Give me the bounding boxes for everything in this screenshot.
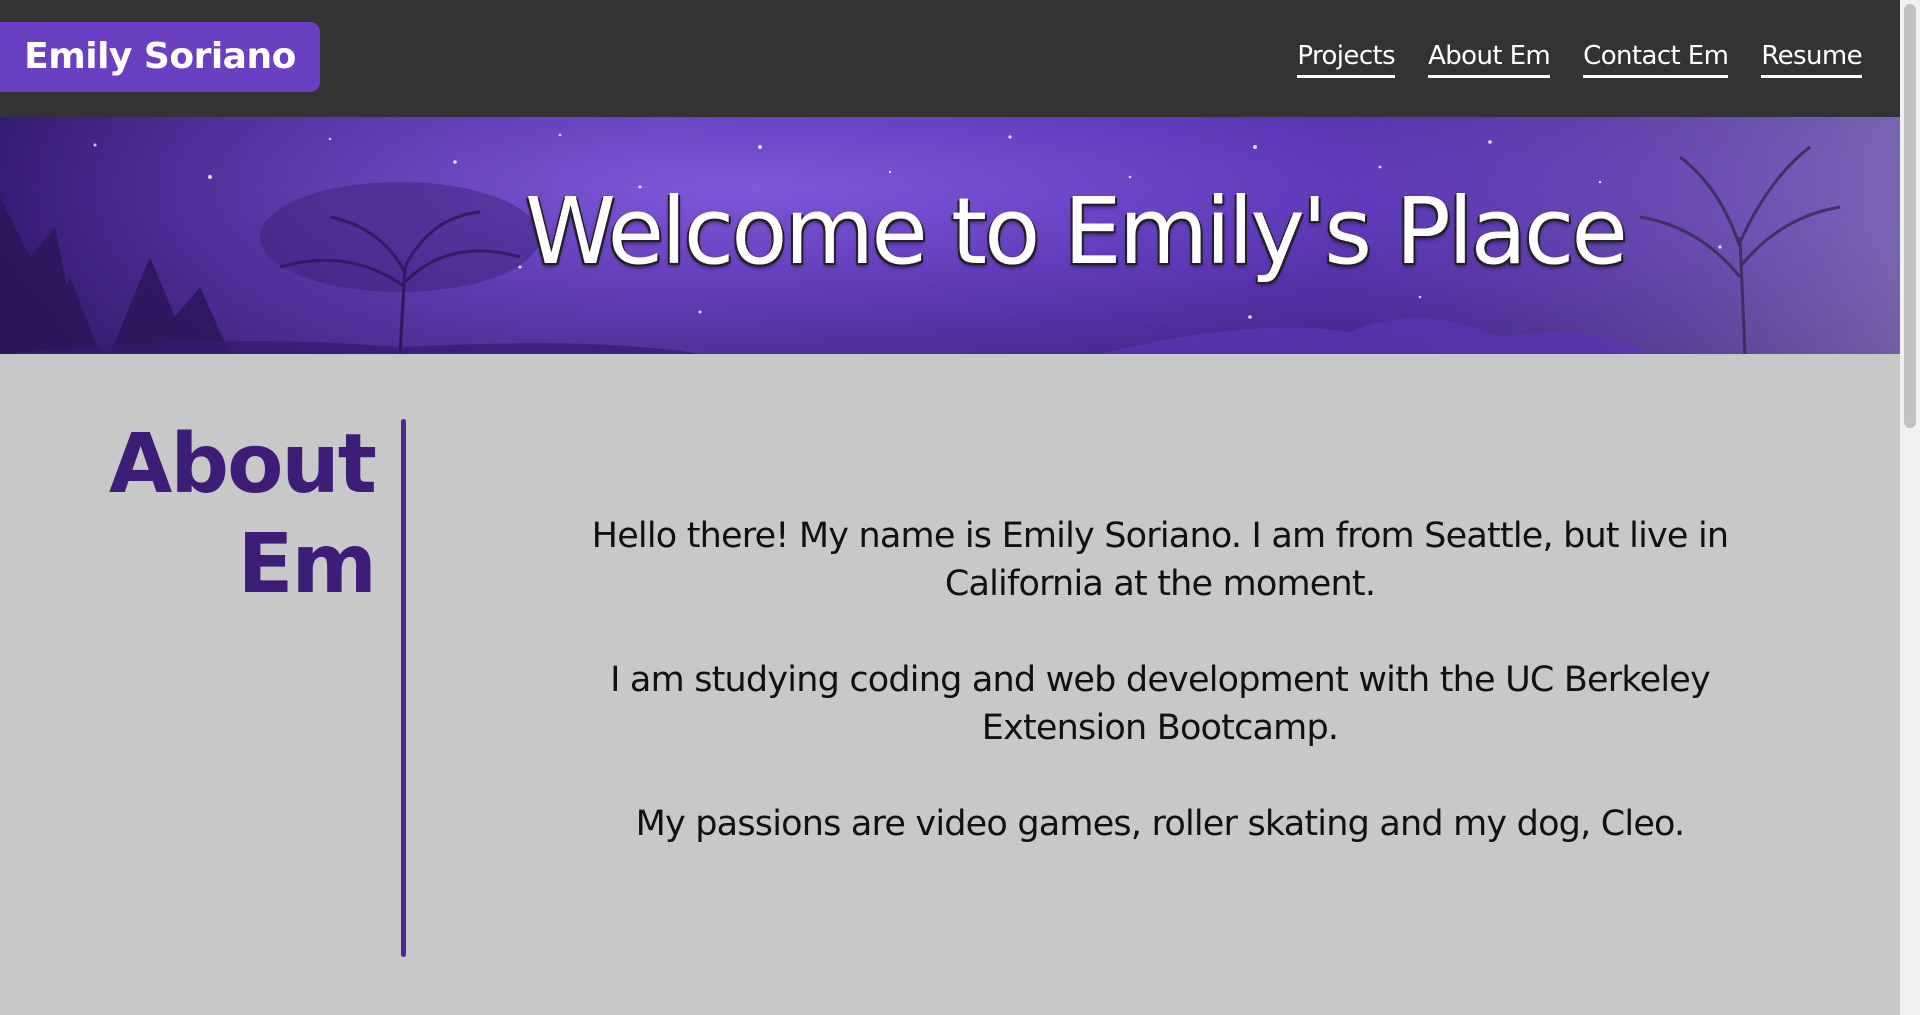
nav-link-about[interactable]: About Em [1428, 37, 1551, 78]
page: Emily Soriano Projects About Em Contact … [0, 0, 1900, 1015]
hero-title: Welcome to Emily's Place [524, 178, 1628, 285]
about-section: About Em Hello there! My name is Emily S… [0, 354, 1900, 1015]
about-heading-line2: Em [237, 517, 377, 612]
site-header: Emily Soriano Projects About Em Contact … [0, 0, 1900, 117]
about-paragraph-passions: My passions are video games, roller skat… [635, 804, 1686, 844]
about-text: Hello there! My name is Emily Soriano. I… [585, 512, 1735, 896]
hero-banner: Welcome to Emily's Place [0, 117, 1900, 354]
nav-link-resume[interactable]: Resume [1761, 37, 1863, 78]
about-paragraph-intro: Hello there! My name is Emily Soriano. I… [591, 516, 1729, 604]
about-heading: About Em [55, 415, 377, 615]
brand-logo-link[interactable]: Emily Soriano [0, 22, 320, 92]
vertical-scrollbar[interactable] [1900, 0, 1920, 1015]
scrollbar-thumb[interactable] [1904, 4, 1916, 428]
main-nav: Projects About Em Contact Em Resume [1297, 37, 1863, 78]
nav-link-projects[interactable]: Projects [1297, 37, 1396, 78]
about-heading-line1: About [108, 417, 377, 512]
vertical-divider [401, 419, 406, 957]
about-paragraph-study: I am studying coding and web development… [610, 660, 1711, 748]
nav-link-contact[interactable]: Contact Em [1583, 37, 1729, 78]
